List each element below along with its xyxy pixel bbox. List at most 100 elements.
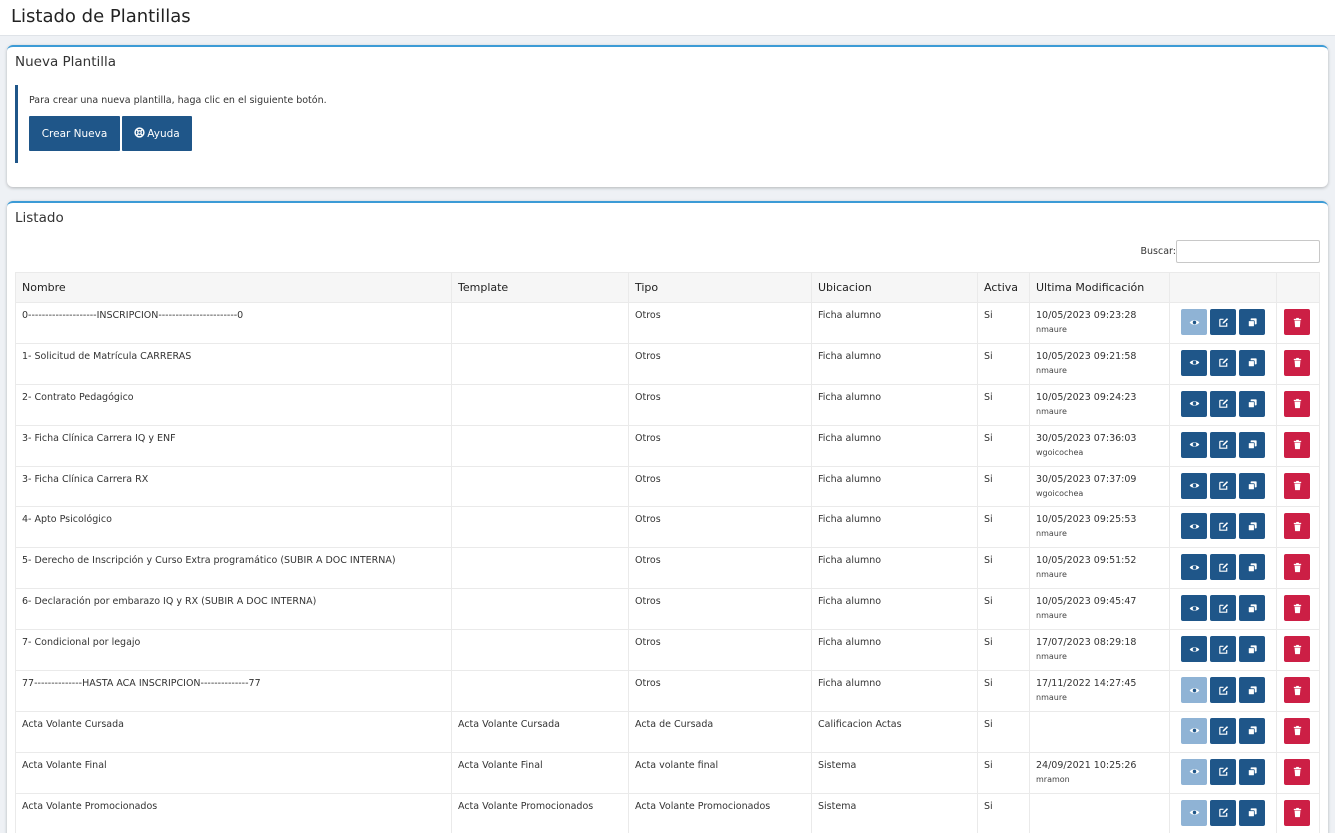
view-button[interactable] bbox=[1181, 431, 1207, 458]
column-header-template[interactable]: Template bbox=[451, 272, 629, 303]
cell-actions bbox=[1169, 342, 1277, 385]
edit-button[interactable] bbox=[1210, 677, 1236, 704]
delete-button[interactable] bbox=[1284, 472, 1310, 499]
delete-button[interactable] bbox=[1284, 677, 1310, 704]
column-header-nombre[interactable]: Nombre bbox=[15, 272, 452, 303]
cell-ultima-modificacion: 17/07/2023 08:29:18 nmaure bbox=[1029, 629, 1170, 672]
cell-nombre: 7- Condicional por legajo bbox=[15, 629, 452, 672]
edit-button[interactable] bbox=[1210, 472, 1236, 499]
cell-actions bbox=[1169, 547, 1277, 590]
modified-date: 17/07/2023 08:29:18 bbox=[1036, 637, 1137, 649]
edit-button[interactable] bbox=[1210, 309, 1236, 335]
edit-button[interactable] bbox=[1210, 390, 1236, 417]
eye-icon bbox=[1189, 766, 1200, 777]
edit-button[interactable] bbox=[1210, 431, 1236, 458]
edit-button[interactable] bbox=[1210, 758, 1236, 785]
delete-button[interactable] bbox=[1284, 309, 1310, 335]
cell-activa: Si bbox=[977, 506, 1030, 549]
view-button[interactable] bbox=[1181, 513, 1207, 540]
create-new-button[interactable]: Crear Nueva bbox=[29, 116, 120, 151]
column-header-activa[interactable]: Activa bbox=[977, 272, 1030, 303]
delete-button[interactable] bbox=[1284, 758, 1310, 785]
view-button[interactable] bbox=[1181, 717, 1207, 744]
delete-button[interactable] bbox=[1284, 431, 1310, 458]
view-button[interactable] bbox=[1181, 554, 1207, 581]
view-button[interactable] bbox=[1181, 758, 1207, 785]
copy-button[interactable] bbox=[1239, 472, 1265, 499]
search-input[interactable] bbox=[1176, 240, 1320, 263]
column-header-actions bbox=[1169, 272, 1277, 303]
copy-button[interactable] bbox=[1239, 595, 1265, 622]
cell-ultima-modificacion: 10/05/2023 09:24:23 nmaure bbox=[1029, 383, 1170, 426]
cell-template bbox=[451, 342, 629, 385]
view-button[interactable] bbox=[1181, 677, 1207, 704]
copy-button[interactable] bbox=[1239, 431, 1265, 458]
copy-button[interactable] bbox=[1239, 799, 1265, 826]
cell-tipo: Otros bbox=[628, 588, 812, 631]
edit-icon bbox=[1218, 521, 1229, 532]
cell-actions bbox=[1169, 465, 1277, 508]
edit-button[interactable] bbox=[1210, 717, 1236, 744]
cell-nombre: 6- Declaración por embarazo IQ y RX (SUB… bbox=[15, 588, 452, 631]
view-button[interactable] bbox=[1181, 636, 1207, 663]
eye-icon bbox=[1189, 644, 1200, 655]
eye-icon bbox=[1189, 317, 1200, 328]
edit-button[interactable] bbox=[1210, 595, 1236, 622]
copy-button[interactable] bbox=[1239, 309, 1265, 335]
delete-button[interactable] bbox=[1284, 595, 1310, 622]
trash-icon bbox=[1292, 603, 1303, 614]
help-button[interactable]: Ayuda bbox=[122, 116, 192, 151]
edit-button[interactable] bbox=[1210, 799, 1236, 826]
modified-user: nmaure bbox=[1036, 652, 1067, 662]
delete-button[interactable] bbox=[1284, 513, 1310, 540]
copy-icon bbox=[1247, 439, 1258, 450]
view-button[interactable] bbox=[1181, 472, 1207, 499]
copy-button[interactable] bbox=[1239, 677, 1265, 704]
copy-button[interactable] bbox=[1239, 390, 1265, 417]
copy-button[interactable] bbox=[1239, 349, 1265, 376]
table-header-row: Nombre Template Tipo Ubicacion Activa Ul… bbox=[15, 272, 1320, 303]
edit-icon bbox=[1218, 317, 1229, 328]
edit-button[interactable] bbox=[1210, 554, 1236, 581]
cell-tipo: Otros bbox=[628, 383, 812, 426]
cell-ubicacion: Ficha alumno bbox=[811, 670, 978, 712]
view-button[interactable] bbox=[1181, 390, 1207, 417]
edit-button[interactable] bbox=[1210, 513, 1236, 540]
column-header-ultima-modificacion[interactable]: Ultima Modificación bbox=[1029, 272, 1170, 303]
edit-button[interactable] bbox=[1210, 636, 1236, 663]
copy-button[interactable] bbox=[1239, 513, 1265, 540]
edit-icon bbox=[1218, 357, 1229, 368]
modified-date: 30/05/2023 07:37:09 bbox=[1036, 473, 1137, 485]
cell-template: Acta Volante Promocionados bbox=[451, 792, 629, 833]
copy-button[interactable] bbox=[1239, 758, 1265, 785]
view-button[interactable] bbox=[1181, 309, 1207, 335]
cell-ubicacion: Ficha alumno bbox=[811, 465, 978, 508]
delete-button[interactable] bbox=[1284, 390, 1310, 417]
modified-user: wgoicochea bbox=[1036, 488, 1084, 498]
view-button[interactable] bbox=[1181, 799, 1207, 826]
trash-icon bbox=[1292, 725, 1303, 736]
templates-table: Nombre Template Tipo Ubicacion Activa Ul… bbox=[15, 272, 1320, 833]
view-button[interactable] bbox=[1181, 349, 1207, 376]
cell-template bbox=[451, 465, 629, 508]
cell-ubicacion: Ficha alumno bbox=[811, 629, 978, 672]
copy-icon bbox=[1247, 357, 1258, 368]
delete-button[interactable] bbox=[1284, 717, 1310, 744]
copy-icon bbox=[1247, 603, 1258, 614]
copy-button[interactable] bbox=[1239, 717, 1265, 744]
modified-date: 10/05/2023 09:51:52 bbox=[1036, 555, 1137, 567]
copy-button[interactable] bbox=[1239, 636, 1265, 663]
delete-button[interactable] bbox=[1284, 349, 1310, 376]
copy-button[interactable] bbox=[1239, 554, 1265, 581]
delete-button[interactable] bbox=[1284, 636, 1310, 663]
cell-template bbox=[451, 424, 629, 467]
edit-button[interactable] bbox=[1210, 349, 1236, 376]
delete-button[interactable] bbox=[1284, 554, 1310, 581]
cell-actions bbox=[1169, 629, 1277, 672]
view-button[interactable] bbox=[1181, 595, 1207, 622]
trash-icon bbox=[1292, 685, 1303, 696]
column-header-tipo[interactable]: Tipo bbox=[628, 272, 812, 303]
column-header-ubicacion[interactable]: Ubicacion bbox=[811, 272, 978, 303]
delete-button[interactable] bbox=[1284, 799, 1310, 826]
trash-icon bbox=[1292, 644, 1303, 655]
